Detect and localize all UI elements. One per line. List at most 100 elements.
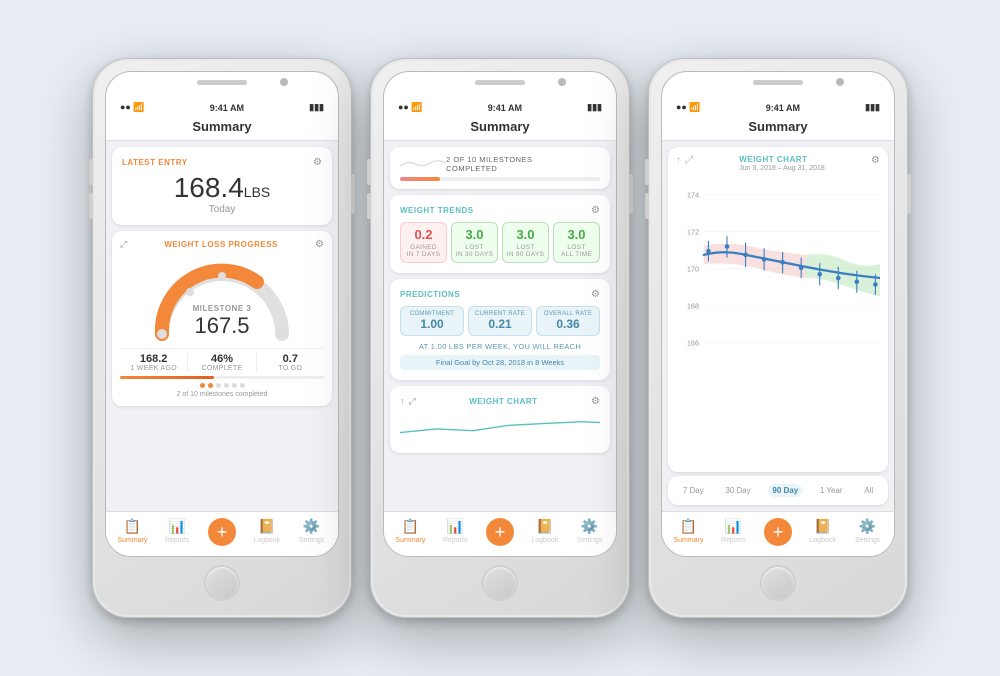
svg-text:168: 168 [687,302,699,311]
tab-summary-2[interactable]: 📋 Summary [388,518,433,548]
gauge-stat-to-go: 0.7 To Go [257,353,324,372]
trend-lost-90-value: 3.0 [505,227,546,242]
settings-tab-icon-2: ⚙️ [581,518,598,535]
weight-chart-gear-2[interactable]: ⚙ [591,396,600,407]
latest-entry-value: 168.4LBS [122,174,322,202]
nav-title-1: Summary [106,115,338,141]
time-tab-1year[interactable]: 1 Year [816,484,847,497]
phone-3: ●● 📶 9:41 AM ▮▮▮ Summary ↑ ⤢ Weight Char… [648,58,908,618]
milestone-line-header: 2 of 10 Milestones Completed [400,155,600,173]
trend-gained-label: Gainedin 7 Days [403,244,444,258]
settings-tab-label-3: Settings [855,537,880,544]
time-tab-30day[interactable]: 30 Day [721,484,754,497]
time-tab-7day[interactable]: 7 Day [679,484,708,497]
milestone-bar-fill [120,376,214,379]
summary-tab-icon-2: 📋 [402,518,419,535]
add-button-2[interactable]: + [486,518,514,546]
chart-title-group: Weight Chart Jun 3, 2018 – Aug 31, 2018 [739,155,825,172]
weight-chart-title-2: Weight Chart [469,397,537,406]
gauge-stat-complete: 46% Complete [188,353,255,372]
latest-entry-card: Latest Entry ⚙ 168.4LBS Today [112,147,332,225]
gauge-header: ⤢ Weight Loss Progress ⚙ [120,239,324,250]
trend-gained-value: 0.2 [403,227,444,242]
expand-icon[interactable]: ⤢ [120,239,127,250]
tab-add-1[interactable]: + [200,518,245,548]
svg-text:174: 174 [687,190,699,199]
gauge-milestone: Milestone 3 167.5 [120,304,324,339]
status-time: 9:41 AM [210,103,244,113]
weight-chart-card-2: ↑ ⤢ Weight Chart ⚙ [390,386,610,453]
stat-complete-label: Complete [188,365,255,372]
reports-tab-icon-3: 📊 [724,518,741,535]
add-button-1[interactable]: + [208,518,236,546]
predictions-gear-icon[interactable]: ⚙ [591,289,600,300]
trend-lost-90-label: Lostin 90 Days [505,244,546,258]
weight-chart-title-3: Weight Chart [739,155,825,164]
phone-2-top-bar [384,72,616,100]
chart-gear-icon-3[interactable]: ⚙ [871,155,880,166]
nav-title-3: Summary [662,115,894,141]
volume-down-button-3 [645,193,649,219]
home-button-3[interactable] [760,565,796,601]
time-tab-90day[interactable]: 90 Day [768,484,802,497]
add-button-3[interactable]: + [764,518,792,546]
summary-tab-icon-3: 📋 [680,518,697,535]
trend-gained-7days: 0.2 Gainedin 7 Days [400,222,447,263]
reports-tab-label-2: Reports [443,537,468,544]
tab-add-2[interactable]: + [478,518,523,548]
battery-icon-2: ▮▮▮ [587,102,602,113]
screen-content-2: 2 of 10 Milestones Completed Weight Tren… [384,141,616,511]
tab-logbook-3[interactable]: 📔 Logbook [800,518,845,548]
phone-3-screen: ●● 📶 9:41 AM ▮▮▮ Summary ↑ ⤢ Weight Char… [661,71,895,557]
predictions-title: Predictions [400,290,460,299]
expand-icon-3[interactable]: ⤢ [685,155,693,166]
stat-complete-value: 46% [188,353,255,365]
settings-tab-label: Settings [299,537,324,544]
predictions-card: Predictions ⚙ Commitment 1.00 Current Ra… [390,279,610,380]
screen-content-3: ↑ ⤢ Weight Chart Jun 3, 2018 – Aug 31, 2… [662,141,894,511]
volume-down-button-2 [367,193,371,219]
milestone-line-card: 2 of 10 Milestones Completed [390,147,610,189]
tab-reports-1[interactable]: 📊 Reports [155,518,200,548]
trends-grid: 0.2 Gainedin 7 Days 3.0 Lostin 30 Days 3… [400,222,600,263]
settings-tab-label-2: Settings [577,537,602,544]
pred-current-value: 0.21 [471,317,529,331]
time-tab-all[interactable]: All [860,484,877,497]
gauge-stats: 168.2 1 Week Ago 46% Complete 0.7 To Go [120,348,324,372]
trend-lost-30days: 3.0 Lostin 30 Days [451,222,498,263]
pred-commitment-value: 1.00 [403,317,461,331]
tab-add-3[interactable]: + [756,518,801,548]
tab-summary-1[interactable]: 📋 Summary [110,518,155,548]
share-icon-3[interactable]: ↑ [676,155,681,166]
power-button [351,174,355,214]
tab-settings-3[interactable]: ⚙️ Settings [845,518,890,548]
gauge-gear-icon[interactable]: ⚙ [315,239,324,250]
tab-settings-1[interactable]: ⚙️ Settings [289,518,334,548]
tab-reports-3[interactable]: 📊 Reports [711,518,756,548]
share-icon[interactable]: ↑ [400,396,405,407]
phone-2-screen: ●● 📶 9:41 AM ▮▮▮ Summary 2 of 10 Milesto… [383,71,617,557]
reports-tab-label-3: Reports [721,537,746,544]
home-button-2[interactable] [482,565,518,601]
tab-reports-2[interactable]: 📊 Reports [433,518,478,548]
chart-area: 174 172 170 168 166 [676,178,880,378]
dot-5 [232,383,237,388]
trend-lost-30-value: 3.0 [454,227,495,242]
expand-icon-2[interactable]: ⤢ [409,396,416,407]
nav-title-2: Summary [384,115,616,141]
tab-logbook-2[interactable]: 📔 Logbook [522,518,567,548]
logbook-tab-icon-2: 📔 [536,518,553,535]
home-button-1[interactable] [204,565,240,601]
reports-tab-label: Reports [165,537,190,544]
stat-week-ago-value: 168.2 [120,353,187,365]
chart-action-icons: ↑ ⤢ [400,396,416,407]
weight-trends-gear-icon[interactable]: ⚙ [591,205,600,216]
tab-summary-3[interactable]: 📋 Summary [666,518,711,548]
status-bar-1: ●● 📶 9:41 AM ▮▮▮ [106,100,338,115]
milestone-value: 167.5 [120,313,324,339]
tab-logbook-1[interactable]: 📔 Logbook [244,518,289,548]
predictions-header: Predictions ⚙ [400,289,600,300]
latest-entry-gear-icon[interactable]: ⚙ [313,157,322,168]
tab-settings-2[interactable]: ⚙️ Settings [567,518,612,548]
stat-to-go-value: 0.7 [257,353,324,365]
